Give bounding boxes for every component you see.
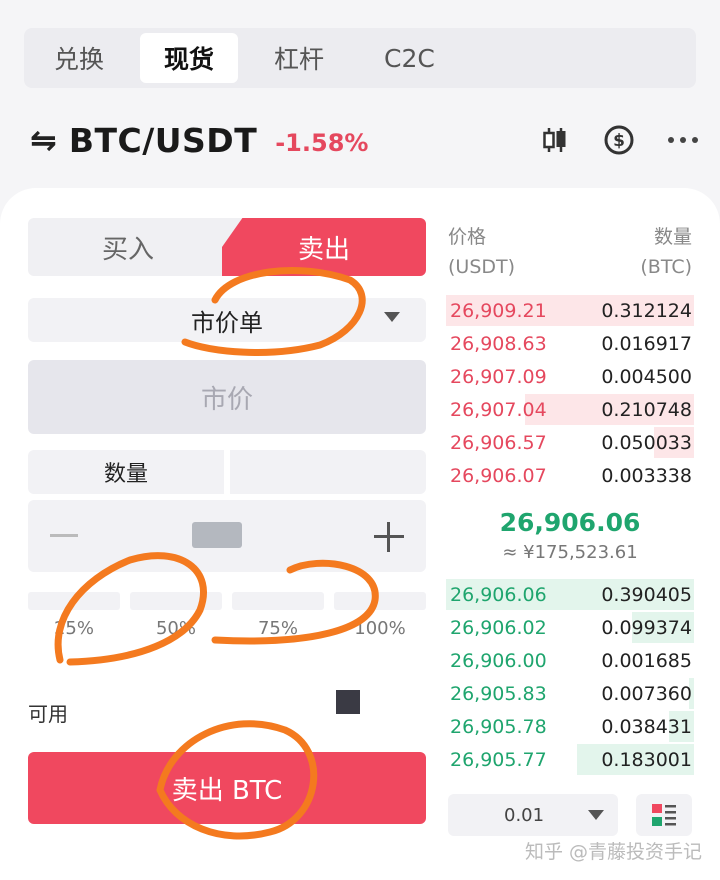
- percent-100[interactable]: 100%: [334, 618, 426, 644]
- ask-row[interactable]: 26,909.21 0.312124: [446, 294, 694, 327]
- sell-tab[interactable]: 卖出: [222, 218, 426, 276]
- row-price: 26,906.57: [450, 431, 547, 454]
- row-quantity: 0.003338: [601, 464, 692, 487]
- percent-segment[interactable]: [232, 592, 324, 610]
- trade-panel: 买入 卖出 市价单 市价 数量 25% 50% 75% 100% 可用 卖出 B…: [0, 188, 720, 880]
- buy-tab[interactable]: 买入: [28, 218, 228, 276]
- pair-change-percent: -1.58%: [275, 129, 369, 157]
- percent-segment[interactable]: [28, 592, 120, 610]
- row-quantity: 0.312124: [601, 299, 692, 322]
- row-price: 26,906.02: [450, 616, 547, 639]
- row-quantity: 0.007360: [601, 682, 692, 705]
- quantity-label: 数量: [28, 450, 224, 494]
- percent-75[interactable]: 75%: [232, 618, 324, 644]
- bid-row[interactable]: 26,905.83 0.007360: [446, 677, 694, 710]
- percent-slider[interactable]: [28, 592, 426, 610]
- ask-row[interactable]: 26,906.57 0.050033: [446, 426, 694, 459]
- ask-row[interactable]: 26,907.04 0.210748: [446, 393, 694, 426]
- row-price: 26,905.78: [450, 715, 547, 738]
- quantity-header: 数量: [28, 450, 426, 494]
- bid-row[interactable]: 26,906.02 0.099374: [446, 611, 694, 644]
- order-type-select[interactable]: 市价单: [28, 298, 426, 342]
- chevron-down-icon: [588, 810, 604, 820]
- last-price: 26,906.06: [499, 508, 641, 537]
- available-balance: [336, 690, 360, 714]
- bid-list: 26,906.06 0.390405 26,906.02 0.099374 26,906…: [446, 578, 694, 776]
- row-quantity: 0.016917: [601, 332, 692, 355]
- row-quantity: 0.099374: [601, 616, 692, 639]
- bid-row[interactable]: 26,905.77 0.183001: [446, 743, 694, 776]
- tab-exchange[interactable]: 兑换: [30, 33, 128, 83]
- percent-segment[interactable]: [130, 592, 222, 610]
- tick-size-value: 0.01: [504, 804, 545, 826]
- bid-row[interactable]: 26,905.78 0.038431: [446, 710, 694, 743]
- pair-name[interactable]: BTC/USDT: [69, 121, 257, 160]
- ask-row[interactable]: 26,906.07 0.003338: [446, 459, 694, 492]
- percent-25[interactable]: 25%: [28, 618, 120, 644]
- percent-segment[interactable]: [334, 592, 426, 610]
- watermark: 知乎 @青藤投资手记: [524, 841, 702, 863]
- plus-icon[interactable]: [374, 522, 404, 552]
- order-type-value: 市价单: [191, 308, 263, 337]
- row-price: 26,909.21: [450, 299, 547, 322]
- row-price: 26,907.04: [450, 398, 547, 421]
- row-quantity: 0.038431: [601, 715, 692, 738]
- price-placeholder: 市价: [200, 384, 253, 415]
- trade-mode-tabs: 兑换 现货 杠杆 C2C: [24, 28, 696, 88]
- quantity-stepper[interactable]: [28, 500, 426, 572]
- row-price: 26,906.06: [450, 583, 547, 606]
- row-quantity: 0.004500: [601, 365, 692, 388]
- tab-c2c[interactable]: C2C: [360, 33, 459, 83]
- chevron-down-icon: [384, 312, 400, 322]
- bid-row[interactable]: 26,906.06 0.390405: [446, 578, 694, 611]
- pair-header: ⇋ BTC/USDT -1.58% $: [30, 110, 700, 170]
- tick-size-select[interactable]: 0.01: [448, 794, 618, 836]
- ask-row[interactable]: 26,907.09 0.004500: [446, 360, 694, 393]
- row-quantity: 0.210748: [601, 398, 692, 421]
- row-quantity: 0.050033: [601, 431, 692, 454]
- row-quantity: 0.390405: [601, 583, 692, 606]
- more-dots-icon[interactable]: [666, 123, 700, 157]
- minus-icon[interactable]: [50, 534, 78, 537]
- header-actions: $: [508, 123, 700, 157]
- bid-row[interactable]: 26,906.00 0.001685: [446, 644, 694, 677]
- row-price: 26,905.83: [450, 682, 547, 705]
- ask-row[interactable]: 26,908.63 0.016917: [446, 327, 694, 360]
- quantity-unit-box: [230, 450, 426, 494]
- row-price: 26,906.07: [450, 464, 547, 487]
- last-price-cny: ≈ ¥175,523.61: [502, 542, 638, 563]
- qty-column-header: 数量 (BTC): [640, 226, 692, 278]
- quantity-value[interactable]: [192, 522, 242, 548]
- tab-margin[interactable]: 杠杆: [250, 33, 348, 83]
- row-quantity: 0.183001: [601, 748, 692, 771]
- swap-pair-icon[interactable]: ⇋: [30, 121, 57, 159]
- order-book-layout-icon[interactable]: [636, 794, 692, 836]
- row-price: 26,907.09: [450, 365, 547, 388]
- price-input[interactable]: 市价: [28, 360, 426, 434]
- svg-text:$: $: [613, 131, 625, 151]
- buy-sell-toggle: 买入 卖出: [28, 218, 426, 276]
- candlestick-chart-icon[interactable]: [538, 123, 572, 157]
- row-price: 26,908.63: [450, 332, 547, 355]
- sell-btc-button[interactable]: 卖出 BTC: [28, 752, 426, 824]
- price-column-header: 价格 (USDT): [448, 226, 516, 278]
- row-price: 26,905.77: [450, 748, 547, 771]
- available-label: 可用: [28, 702, 68, 726]
- row-price: 26,906.00: [450, 649, 547, 672]
- row-quantity: 0.001685: [601, 649, 692, 672]
- ask-list: 26,909.21 0.312124 26,908.63 0.016917 26,907…: [446, 294, 694, 492]
- dollar-circle-icon[interactable]: $: [602, 123, 636, 157]
- percent-labels: 25% 50% 75% 100%: [28, 618, 426, 644]
- tab-spot[interactable]: 现货: [140, 33, 239, 83]
- percent-50[interactable]: 50%: [130, 618, 222, 644]
